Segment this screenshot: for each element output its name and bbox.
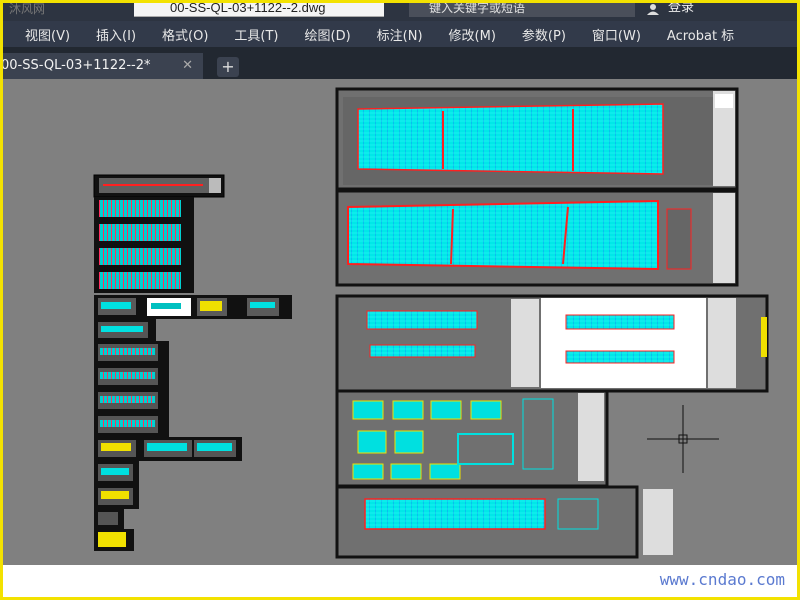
left-sheet-group xyxy=(93,174,292,551)
search-input[interactable]: 键入关键字或短语 xyxy=(409,3,635,17)
file-title: 00-SS-QL-03+1122--2.dwg xyxy=(134,3,384,17)
sheet-left-lower xyxy=(94,319,242,551)
menu-draw[interactable]: 绘图(D) xyxy=(292,25,364,44)
user-icon[interactable] xyxy=(645,3,661,15)
tab-drawing[interactable]: 00-SS-QL-03+1122--2* ✕ xyxy=(3,53,203,79)
drawing-sheets xyxy=(93,87,769,559)
drawing-canvas[interactable] xyxy=(3,79,797,565)
menu-parametric[interactable]: 参数(P) xyxy=(509,25,579,44)
menu-modify[interactable]: 修改(M) xyxy=(436,25,509,44)
new-tab-button[interactable]: + xyxy=(217,57,239,77)
sheet-thumb-stack xyxy=(94,197,194,293)
right-sheet-group xyxy=(335,87,769,559)
menu-bar: 视图(V) 插入(I) 格式(O) 工具(T) 绘图(D) 标注(N) 修改(M… xyxy=(3,21,797,47)
document-tab-bar: 00-SS-QL-03+1122--2* ✕ + xyxy=(3,47,797,79)
menu-tools[interactable]: 工具(T) xyxy=(221,25,291,44)
menu-insert[interactable]: 插入(I) xyxy=(83,25,149,44)
tab-drawing-label: 00-SS-QL-03+1122--2* xyxy=(3,58,151,73)
menu-dimension[interactable]: 标注(N) xyxy=(364,25,436,44)
application-window: 沐风网 00-SS-QL-03+1122--2.dwg 键入关键字或短语 登录 … xyxy=(3,3,797,597)
watermark-text: www.cndao.com xyxy=(659,570,785,589)
title-bar: 沐风网 00-SS-QL-03+1122--2.dwg 键入关键字或短语 登录 xyxy=(3,3,797,21)
close-icon[interactable]: ✕ xyxy=(182,53,193,79)
menu-view[interactable]: 视图(V) xyxy=(3,25,83,44)
crosshair-cursor-icon xyxy=(647,405,719,473)
watermark-logo-text: 沐风网 xyxy=(9,3,46,16)
menu-format[interactable]: 格式(O) xyxy=(149,25,221,44)
menu-acrobat[interactable]: Acrobat 标 xyxy=(654,25,747,44)
menu-window[interactable]: 窗口(W) xyxy=(579,25,654,44)
sign-in-button[interactable]: 登录 xyxy=(668,3,694,17)
